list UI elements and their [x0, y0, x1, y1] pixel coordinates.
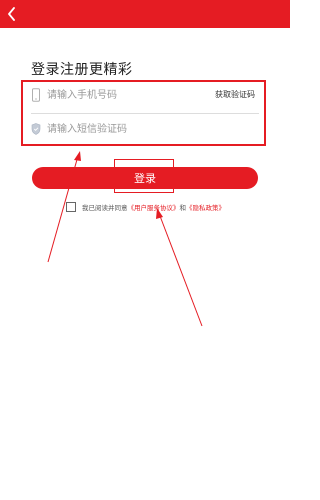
- agreement-row: 我已阅读并同意 《用户服务协议》 和 《隐私政策》: [66, 201, 225, 213]
- sms-code-input[interactable]: [47, 120, 197, 138]
- annotation-arrowhead-form: [74, 151, 81, 161]
- phone-icon: [32, 88, 40, 102]
- top-bar: [0, 0, 290, 28]
- sms-code-field-row: [31, 116, 255, 144]
- field-divider: [31, 113, 259, 114]
- back-button[interactable]: [2, 4, 22, 24]
- agreement-prefix: 我已阅读并同意: [82, 204, 128, 212]
- page-title: 登录注册更精彩: [31, 62, 133, 78]
- annotation-arrow-to-agreement: [159, 215, 203, 327]
- get-code-button[interactable]: 获取验证码: [215, 89, 255, 100]
- shield-icon: [31, 123, 41, 135]
- user-agreement-link[interactable]: 《用户服务协议》: [128, 202, 180, 212]
- agree-checkbox[interactable]: [66, 202, 76, 212]
- chevron-left-icon: [8, 7, 15, 21]
- login-page: 登录注册更精彩 获取验证码 登录 我已阅读并同意 《用户服务协议》 和 《隐私政…: [0, 0, 290, 500]
- privacy-policy-link[interactable]: 《隐私政策》: [186, 202, 225, 212]
- login-button[interactable]: 登录: [32, 167, 258, 189]
- phone-field-row: 获取验证码: [31, 82, 255, 110]
- phone-input[interactable]: [47, 86, 197, 104]
